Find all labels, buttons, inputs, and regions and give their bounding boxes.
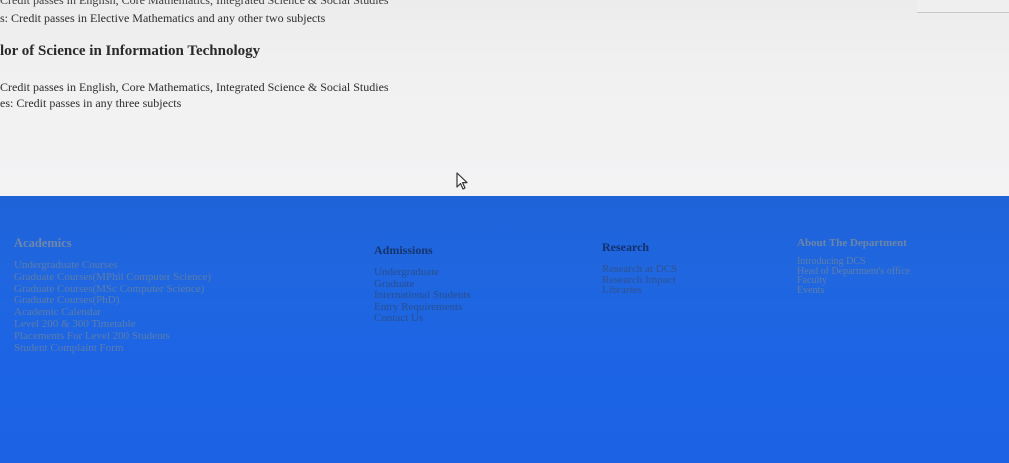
footer-heading-research: Research bbox=[602, 240, 650, 254]
footer-link[interactable]: Research at DCS bbox=[602, 264, 677, 275]
partial-requirement-text: Credit passes in English, Core Mathemati… bbox=[0, 0, 389, 7]
footer-link[interactable]: Contact Us bbox=[374, 313, 471, 325]
footer-link[interactable]: Undergraduate bbox=[374, 266, 471, 279]
page-content: Credit passes in English, Core Mathemati… bbox=[0, 0, 1009, 196]
requirement-text: s: Credit passes in Elective Mathematics… bbox=[0, 11, 326, 25]
mouse-pointer-icon bbox=[456, 172, 468, 190]
footer-link[interactable]: Student Complaint Form bbox=[14, 342, 211, 355]
footer-heading-about: About The Department bbox=[797, 237, 907, 249]
footer-link[interactable]: Events bbox=[797, 285, 910, 296]
footer-about-column: About The Department Introducing DCS Hea… bbox=[797, 237, 910, 295]
footer-heading-admissions: Admissions bbox=[374, 243, 433, 257]
footer-link[interactable]: Placements For Level 200 Students bbox=[14, 330, 211, 343]
footer-link[interactable]: Level 200 & 300 Timetable bbox=[14, 318, 211, 331]
footer-admissions-column: Admissions Undergraduate Graduate Intern… bbox=[374, 243, 471, 325]
window-edge bbox=[917, 0, 1009, 13]
footer-link[interactable]: Libraries bbox=[602, 285, 677, 296]
footer-academics-column: Academics Undergraduate Courses Graduate… bbox=[14, 236, 211, 354]
site-footer: Academics Undergraduate Courses Graduate… bbox=[0, 196, 1009, 463]
degree-title: lor of Science in Information Technology bbox=[0, 43, 261, 59]
requirement-text: Credit passes in English, Core Mathemati… bbox=[0, 80, 389, 94]
footer-heading-academics: Academics bbox=[14, 236, 72, 250]
footer-research-column: Research Research at DCS Research Impact… bbox=[602, 240, 677, 296]
footer-link[interactable]: Graduate Courses(MPhil Computer Science) bbox=[14, 271, 211, 284]
requirement-text: es: Credit passes in any three subjects bbox=[0, 96, 182, 110]
